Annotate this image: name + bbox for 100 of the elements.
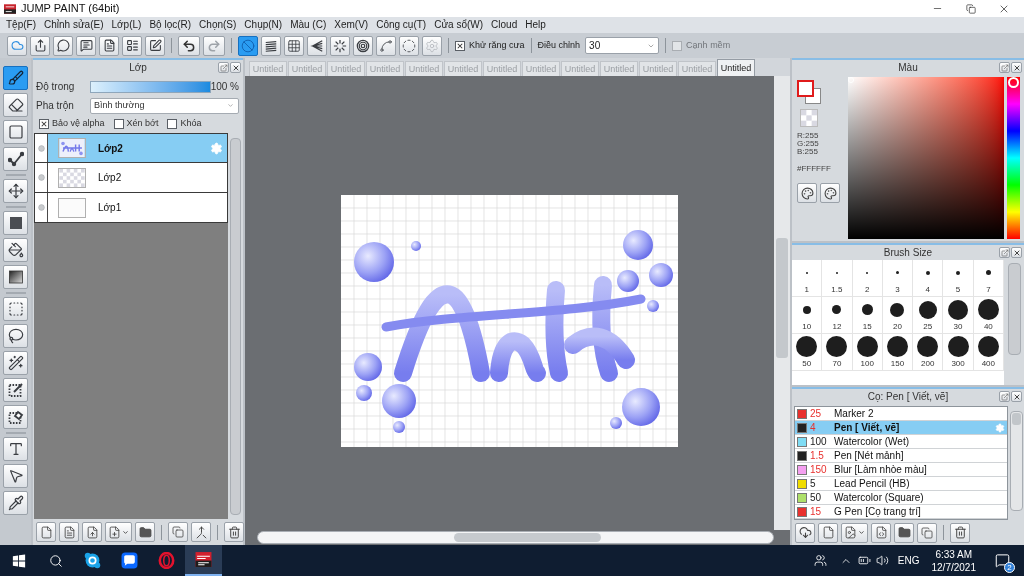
menu-item[interactable]: Công cụ(T) [376, 19, 427, 31]
brush-script-button[interactable] [871, 522, 891, 543]
brush-size-option[interactable]: 400 [973, 334, 1004, 371]
brush-size-option[interactable]: 15 [852, 297, 883, 334]
edit-button[interactable] [145, 35, 165, 56]
paint-bucket-tool-button[interactable] [3, 238, 28, 262]
scrollbar-thumb[interactable] [776, 238, 788, 358]
folder-button[interactable] [135, 522, 155, 542]
message-button[interactable] [76, 35, 96, 56]
dashed-eraser-tool-button[interactable] [3, 405, 28, 429]
new-text-layer-button[interactable] [59, 522, 79, 542]
brush-tool-button[interactable] [3, 66, 28, 90]
menu-item[interactable]: Cửa sổ(W) [434, 19, 484, 31]
brush-size-option[interactable]: 1.5 [822, 260, 853, 297]
snap-button[interactable] [284, 35, 304, 56]
brush-size-option[interactable]: 4 [913, 260, 944, 297]
layer-row[interactable]: Lớp1 [34, 193, 228, 223]
brush-size-option[interactable]: 30 [943, 297, 974, 334]
menu-item[interactable]: Help [525, 19, 546, 31]
layer-row[interactable]: Lớp2 [34, 163, 228, 193]
new-brush-button[interactable] [818, 522, 838, 543]
ring-marker-icon[interactable] [1008, 77, 1019, 89]
opacity-slider[interactable] [89, 80, 211, 93]
vertical-scrollbar[interactable] [1007, 263, 1021, 355]
menu-item[interactable]: Tệp(F) [6, 19, 36, 31]
scrollbar-thumb[interactable] [1011, 413, 1021, 425]
brush-item[interactable]: 15 G Pen [Cọ trang trí] [795, 505, 1007, 519]
close-button[interactable] [1011, 247, 1022, 258]
blend-mode-select[interactable]: Bình thường [90, 97, 239, 114]
palette-button[interactable] [797, 183, 817, 203]
brush-item[interactable]: 4 Pen [ Viết, vẽ] [795, 421, 1007, 435]
text-tool-button[interactable] [3, 437, 28, 461]
taskbar-app-button[interactable] [185, 545, 222, 576]
scrollbar-thumb[interactable] [454, 533, 601, 542]
brush-item[interactable]: 25 Marker 2 [795, 407, 1007, 421]
square-tool-button[interactable] [3, 120, 28, 144]
menu-item[interactable]: Xem(V) [334, 19, 369, 31]
checkbox[interactable] [39, 119, 49, 129]
language-indicator[interactable]: ENG [897, 553, 920, 568]
brush-item[interactable]: 5 Lead Pencil (HB) [795, 477, 1007, 491]
brush-item[interactable]: 50 Watercolor (Square) [795, 491, 1007, 505]
comment-button[interactable] [53, 35, 73, 56]
brush-size-option[interactable]: 50 [792, 334, 823, 371]
notification-icon[interactable] [994, 553, 1010, 568]
brush-size-option[interactable]: 300 [943, 334, 974, 371]
color-field[interactable] [848, 77, 1004, 239]
lasso-tool-button[interactable] [3, 324, 28, 348]
close-button[interactable] [230, 62, 241, 73]
menu-item[interactable]: Lớp(L) [111, 19, 142, 31]
menu-item[interactable]: Bộ lọc(R) [149, 19, 192, 31]
color-swatch-pair-icon[interactable] [797, 80, 821, 104]
brush-dropdown-button[interactable] [841, 522, 868, 543]
checkbox[interactable] [455, 40, 465, 51]
palette-edit-button[interactable] [820, 183, 840, 203]
menu-item[interactable]: Chụp(N) [244, 19, 283, 31]
hue-slider[interactable] [1007, 77, 1020, 239]
brush-size-option[interactable]: 5 [943, 260, 974, 297]
brush-size-option[interactable]: 3 [882, 260, 914, 297]
document-button[interactable] [99, 35, 119, 56]
brush-size-option[interactable]: 12 [822, 297, 853, 334]
add-layer-dropdown-button[interactable] [105, 522, 132, 542]
snap-button[interactable] [307, 35, 327, 56]
snap-button[interactable] [353, 35, 373, 56]
dot-icon[interactable] [37, 174, 45, 181]
dot-icon[interactable] [37, 204, 45, 211]
brush-item[interactable]: 150 Blur [Làm nhòe màu] [795, 463, 1007, 477]
brush-size-option[interactable]: 70 [822, 334, 853, 371]
dot-icon[interactable] [37, 144, 45, 152]
polyline-tool-button[interactable] [3, 147, 28, 171]
gradient-square-tool-button[interactable] [3, 265, 28, 289]
menu-item[interactable]: Chọn(S) [199, 19, 237, 31]
clock-time[interactable]: 6:33 AM [935, 547, 973, 561]
menu-item[interactable]: Chỉnh sửa(E) [44, 19, 104, 31]
horizontal-scrollbar[interactable] [257, 531, 774, 544]
close-button[interactable] [1011, 62, 1022, 73]
new-layer-button[interactable] [36, 522, 56, 542]
checkbox[interactable] [167, 119, 178, 129]
checkbox[interactable] [113, 119, 124, 129]
brush-size-option[interactable]: 200 [913, 334, 944, 371]
vertical-scrollbar[interactable] [774, 76, 790, 530]
folder-button[interactable] [894, 522, 914, 543]
brush-size-option[interactable]: 40 [973, 297, 1004, 334]
delete-button[interactable] [950, 522, 970, 543]
eraser-tool-button[interactable] [3, 93, 28, 117]
brush-size-option[interactable]: 7 [973, 260, 1004, 297]
correction-combobox[interactable]: 30 [585, 37, 660, 54]
brush-size-option[interactable]: 2 [852, 260, 883, 297]
brush-size-option[interactable]: 150 [882, 334, 914, 371]
brush-size-option[interactable]: 1 [792, 260, 823, 297]
undo-button[interactable] [178, 35, 200, 56]
vertical-scrollbar[interactable] [230, 138, 241, 515]
vertical-scrollbar[interactable] [1009, 411, 1023, 511]
brush-size-option[interactable]: 100 [852, 334, 883, 371]
brush-size-option[interactable]: 10 [792, 297, 823, 334]
brush-size-option[interactable]: 25 [913, 297, 944, 334]
layer-row[interactable]: Lớp2 [34, 133, 228, 163]
close-button[interactable] [1011, 391, 1022, 402]
clock-date[interactable]: 12/7/2021 [931, 560, 976, 574]
move-tool-button[interactable] [3, 179, 28, 203]
filled-square-tool-button[interactable] [3, 211, 28, 235]
